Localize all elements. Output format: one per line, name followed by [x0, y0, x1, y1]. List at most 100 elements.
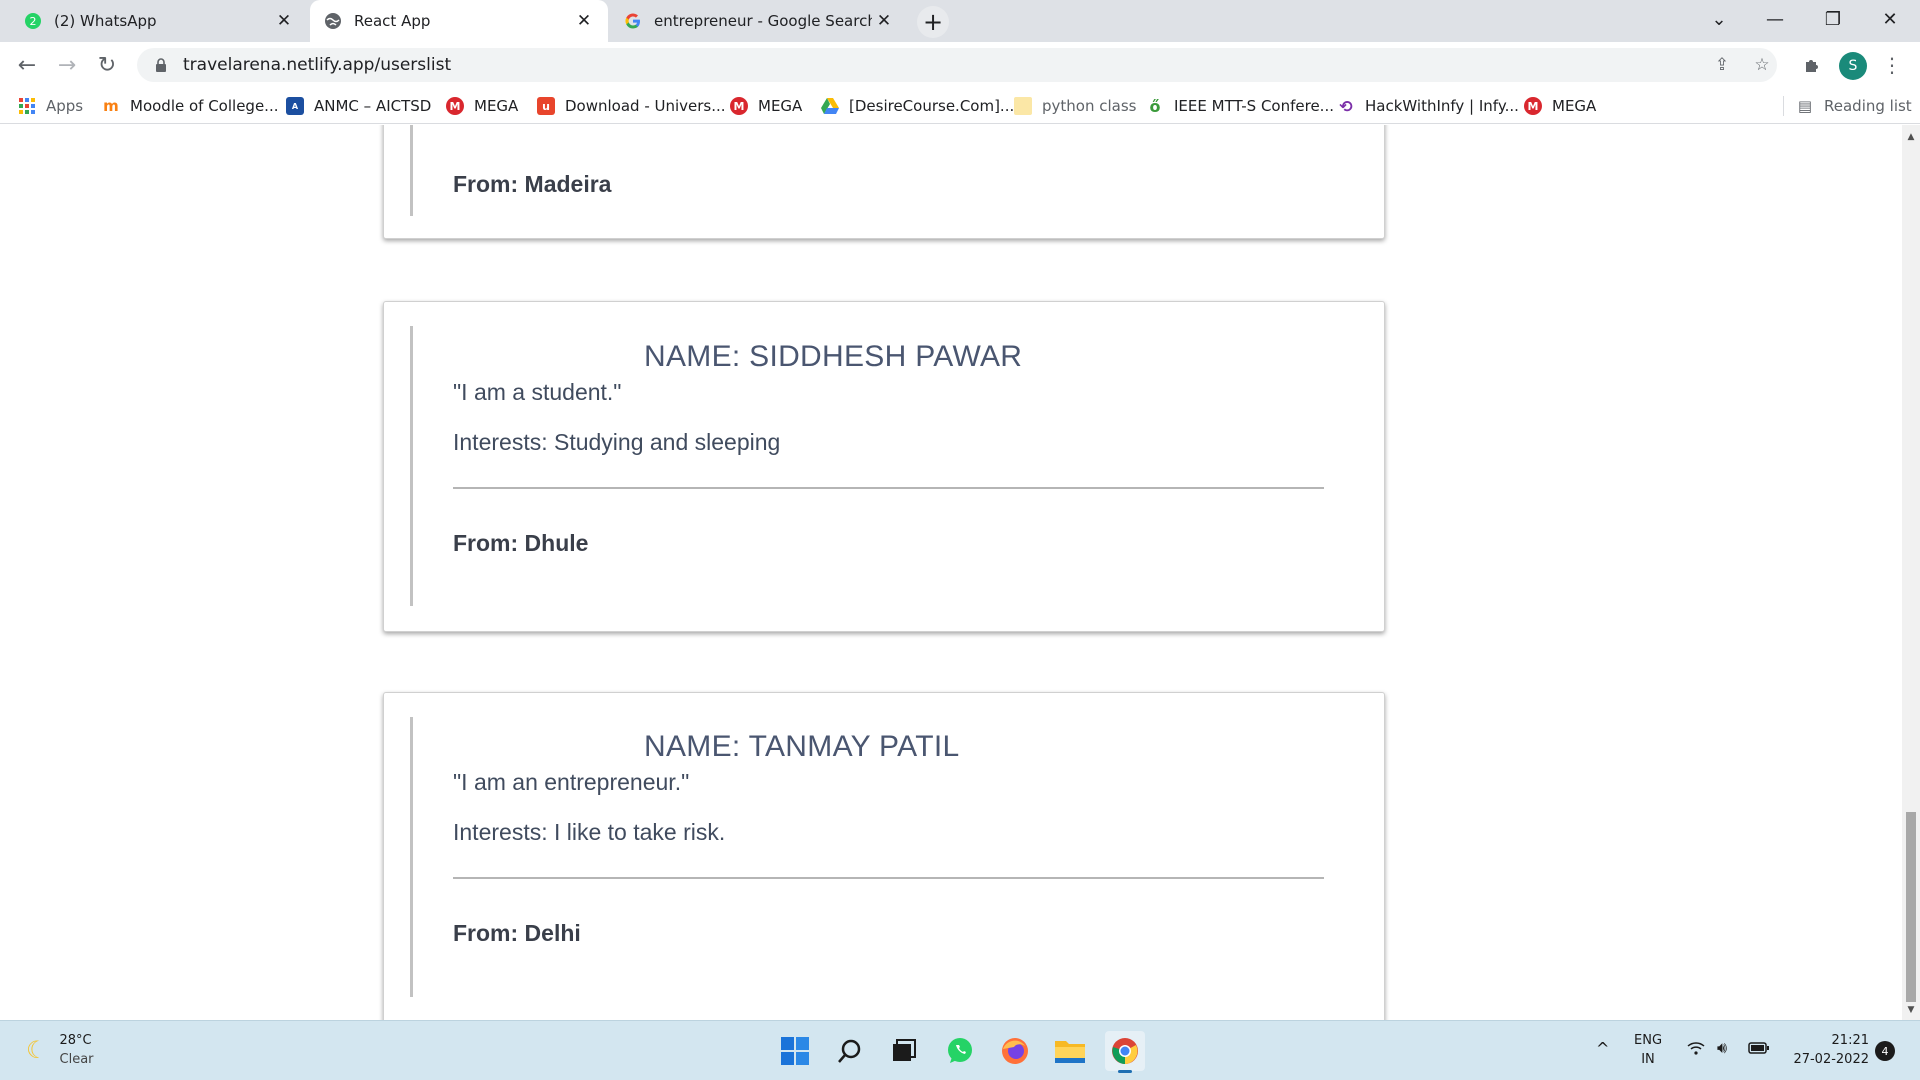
bookmarks-bar: Apps m Moodle of College... A ANMC – AIC… — [0, 88, 1920, 124]
bookmark-mega-2[interactable]: M MEGA — [730, 94, 802, 118]
firefox-icon[interactable] — [995, 1031, 1035, 1071]
mega-icon: M — [730, 97, 748, 115]
whatsapp-icon: 2 — [24, 12, 42, 30]
drive-icon — [821, 97, 839, 115]
user-card: From: Madeira — [383, 125, 1385, 239]
user-interests: Interests: Studying and sleeping — [453, 429, 781, 455]
window-close-icon[interactable]: ✕ — [1862, 0, 1918, 38]
tab-title: (2) WhatsApp — [54, 12, 157, 30]
bookmark-label: Apps — [46, 97, 84, 115]
share-icon[interactable]: ⇪ — [1711, 54, 1733, 76]
tab-search-chevron-icon[interactable]: ⌄ — [1691, 0, 1747, 38]
region-code: IN — [1641, 1052, 1655, 1067]
task-view-icon[interactable] — [884, 1031, 924, 1071]
user-quote: "I am a student." — [453, 379, 622, 405]
tab-whatsapp[interactable]: 2 (2) WhatsApp ✕ — [10, 0, 308, 42]
bookmark-label: MEGA — [758, 97, 803, 115]
file-explorer-icon[interactable] — [1050, 1031, 1090, 1071]
close-icon[interactable]: ✕ — [872, 9, 896, 33]
mega-icon: M — [446, 97, 464, 115]
tab-title: entrepreneur - Google Search — [654, 12, 872, 30]
card-divider — [453, 877, 1324, 879]
back-arrow-icon[interactable]: ← — [9, 47, 45, 83]
reload-icon[interactable]: ↻ — [89, 47, 125, 83]
scrollbar-thumb[interactable] — [1906, 812, 1916, 1002]
user-name: NAME: TANMAY PATIL — [644, 730, 960, 763]
bookmark-download[interactable]: u Download - Univers... — [537, 94, 726, 118]
restore-icon[interactable]: ❐ — [1805, 0, 1861, 38]
start-button[interactable] — [775, 1031, 815, 1071]
user-interests: Interests: I like to take risk. — [453, 819, 726, 845]
user-quote: "I am an entrepreneur." — [453, 769, 690, 795]
profile-avatar[interactable]: S — [1839, 52, 1867, 80]
bookmark-python-class[interactable]: python class — [1014, 94, 1136, 118]
card-content: NAME: SIDDHESH PAWAR "I am a student." I… — [410, 326, 1358, 606]
bookmark-mega-1[interactable]: M MEGA — [446, 94, 518, 118]
bookmark-anmc[interactable]: A ANMC – AICTSD — [286, 94, 431, 118]
hackwithinfy-icon: ⟲ — [1339, 96, 1353, 116]
card-content: From: Madeira — [410, 125, 1358, 216]
windows-taskbar: ☾ 28°C Clear ^ ENG IN 🔊︎ 21:21 27-02-202… — [0, 1020, 1920, 1080]
active-app-indicator — [1118, 1070, 1132, 1073]
bookmark-label: [DesireCourse.Com]... — [849, 97, 1015, 115]
wifi-icon[interactable] — [1687, 1040, 1705, 1062]
bookmark-ieee[interactable]: ő IEEE MTT-S Confere... — [1146, 94, 1335, 118]
bookmark-desirecourse[interactable]: [DesireCourse.Com]... — [821, 94, 1014, 118]
notification-badge[interactable]: 4 — [1875, 1041, 1895, 1061]
page-viewport: From: Madeira NAME: SIDDHESH PAWAR "I am… — [0, 125, 1902, 1020]
chrome-icon[interactable] — [1105, 1031, 1145, 1073]
bookmark-label: HackWithInfy | Infy... — [1365, 97, 1519, 115]
user-from: From: Madeira — [453, 171, 612, 197]
card-content: NAME: TANMAY PATIL "I am an entrepreneur… — [410, 717, 1358, 997]
user-name: NAME: SIDDHESH PAWAR — [644, 340, 1023, 373]
folder-icon — [1014, 97, 1032, 115]
menu-kebab-icon[interactable]: ⋮ — [1878, 51, 1906, 79]
battery-icon[interactable] — [1748, 1040, 1770, 1062]
reading-list-icon: ▤ — [1797, 97, 1813, 115]
bookmark-mega-3[interactable]: M MEGA — [1524, 94, 1596, 118]
bookmark-star-icon[interactable]: ☆ — [1751, 54, 1773, 76]
bookmark-label: MEGA — [474, 97, 519, 115]
scroll-down-arrow-icon[interactable]: ▼ — [1902, 1002, 1920, 1018]
weather-widget[interactable]: ☾ 28°C Clear — [26, 1031, 94, 1069]
new-tab-button[interactable]: + — [917, 6, 949, 38]
close-icon[interactable]: ✕ — [572, 9, 596, 33]
google-icon — [624, 12, 642, 30]
bookmark-label: IEEE MTT-S Confere... — [1174, 97, 1334, 115]
scroll-up-arrow-icon[interactable]: ▲ — [1902, 129, 1920, 145]
mega-icon: M — [1524, 97, 1542, 115]
weather-desc: Clear — [59, 1052, 94, 1067]
bookmark-hackwithinfy[interactable]: ⟲ HackWithInfy | Infy... — [1337, 94, 1519, 118]
moodle-icon: m — [103, 97, 119, 115]
reading-list-button[interactable]: ▤ Reading list — [1796, 94, 1912, 118]
lock-icon — [151, 58, 171, 72]
bookmark-moodle[interactable]: m Moodle of College... — [102, 94, 278, 118]
url-text: travelarena.netlify.app/userslist — [183, 55, 452, 75]
user-from: From: Dhule — [453, 530, 589, 556]
moon-icon: ☾ — [26, 1036, 48, 1064]
anmc-icon: A — [286, 97, 304, 115]
language-indicator[interactable]: ENG IN — [1634, 1031, 1662, 1069]
download-icon: u — [537, 97, 555, 115]
user-from: From: Delhi — [453, 920, 581, 946]
tab-google-search[interactable]: entrepreneur - Google Search ✕ — [610, 0, 908, 42]
extensions-puzzle-icon[interactable] — [1798, 51, 1826, 79]
close-icon[interactable]: ✕ — [272, 9, 296, 33]
user-card: NAME: TANMAY PATIL "I am an entrepreneur… — [383, 692, 1385, 1020]
bookmark-apps[interactable]: Apps — [18, 94, 83, 118]
address-bar[interactable]: travelarena.netlify.app/userslist ⇪ ☆ — [137, 48, 1777, 82]
browser-toolbar: ← → ↻ travelarena.netlify.app/userslist … — [0, 42, 1920, 88]
tab-react-app[interactable]: React App ✕ — [310, 0, 608, 42]
forward-arrow-icon[interactable]: → — [49, 47, 85, 83]
volume-icon[interactable]: 🔊︎ — [1717, 1038, 1727, 1057]
bookmark-label: MEGA — [1552, 97, 1597, 115]
bookmark-label: Download - Univers... — [565, 97, 726, 115]
clock[interactable]: 21:21 27-02-2022 — [1787, 1031, 1869, 1069]
bookmark-label: python class — [1042, 97, 1137, 115]
whatsapp-app-icon[interactable] — [940, 1031, 980, 1071]
show-hidden-icons-chevron-icon[interactable]: ^ — [1596, 1039, 1609, 1058]
page-scrollbar[interactable]: ▲ ▼ — [1902, 125, 1920, 1020]
minimize-icon[interactable]: — — [1747, 0, 1803, 38]
search-icon[interactable] — [830, 1031, 870, 1071]
clock-time: 21:21 — [1831, 1033, 1869, 1048]
